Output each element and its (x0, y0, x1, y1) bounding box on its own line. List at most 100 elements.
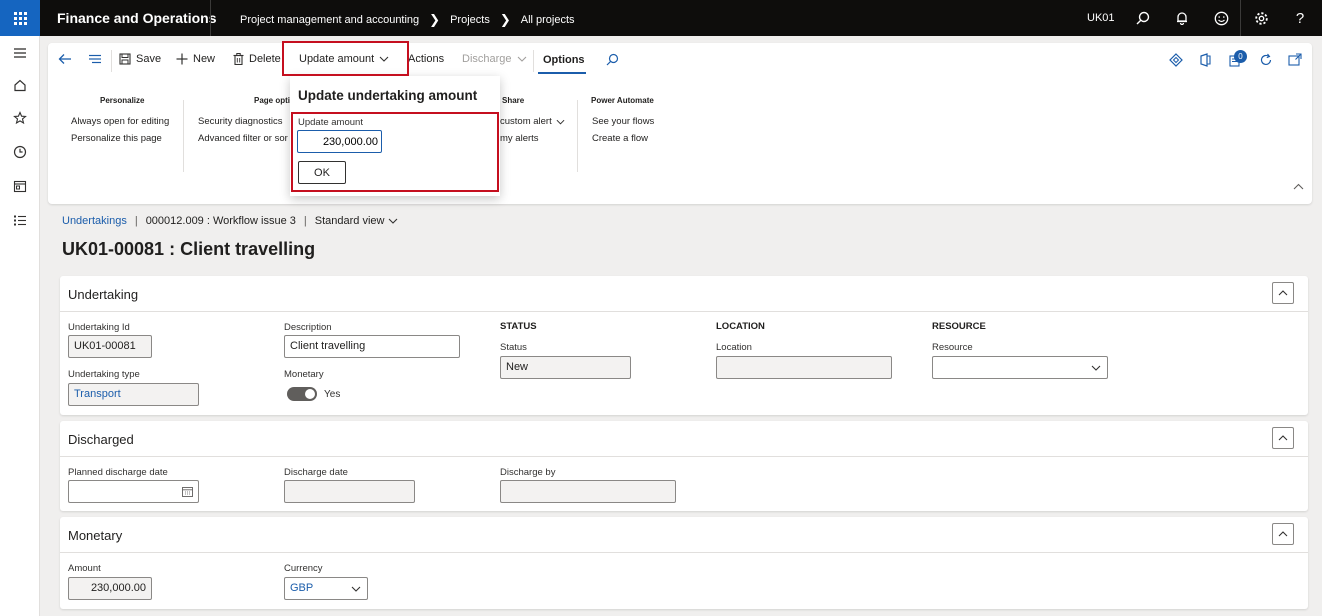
currency-value: GBP (290, 582, 314, 594)
app-launcher-button[interactable] (0, 0, 40, 36)
clock-icon[interactable] (11, 143, 29, 161)
planned-discharge-date-input[interactable] (68, 480, 199, 503)
chevron-down-icon (1091, 365, 1101, 371)
actions-label: Actions (408, 53, 445, 65)
list-icon[interactable] (11, 211, 29, 229)
page-breadcrumb: Undertakings | 000012.009 : Workflow iss… (62, 215, 398, 227)
undertaking-type-link[interactable]: Transport (74, 388, 121, 400)
discharge-date-field[interactable] (284, 480, 415, 503)
collapse-undertaking-button[interactable] (1272, 282, 1294, 304)
security-diagnostics-link[interactable]: Security diagnostics (198, 116, 282, 127)
group-page-options-title: Page opti (254, 96, 291, 105)
smiley-icon[interactable] (1211, 8, 1231, 28)
currency-select[interactable]: GBP (284, 577, 368, 600)
chevron-down-icon (517, 56, 526, 62)
personalize-this-page-link[interactable]: Personalize this page (71, 133, 162, 144)
monetary-fasttab-header[interactable]: Monetary (60, 517, 1308, 553)
waffle-icon (13, 11, 27, 25)
crumb-all-projects[interactable]: All projects (521, 14, 575, 26)
description-label: Description (284, 322, 332, 333)
new-button[interactable]: New (176, 53, 215, 65)
discharge-by-field[interactable] (500, 480, 676, 503)
highlight-box (291, 112, 499, 192)
save-button[interactable]: Save (119, 53, 161, 65)
hamburger-icon[interactable] (11, 44, 29, 62)
office-icon[interactable] (1199, 53, 1212, 67)
app-title[interactable]: Finance and Operations (57, 10, 216, 26)
flyout-title: Update undertaking amount (298, 88, 478, 103)
group-power-automate-title: Power Automate (591, 96, 654, 105)
discharged-fasttab-header[interactable]: Discharged (60, 421, 1308, 457)
help-icon[interactable]: ? (1290, 8, 1310, 28)
group-divider (183, 100, 184, 172)
see-your-flows-link[interactable]: See your flows (592, 116, 654, 127)
breadcrumb-record: 000012.009 : Workflow issue 3 (145, 215, 296, 227)
monetary-fasttab: Monetary Amount 230,000.00 Currency GBP (60, 517, 1308, 609)
undertaking-fasttab-header[interactable]: Undertaking (60, 276, 1308, 312)
discharged-fasttab: Discharged Planned discharge date Discha… (60, 421, 1308, 511)
collapse-discharged-button[interactable] (1272, 427, 1294, 449)
toolbar-divider (533, 50, 534, 72)
lines-icon (89, 54, 101, 64)
company-picker[interactable]: UK01 (1087, 12, 1115, 24)
undertaking-type-field[interactable]: Transport (68, 383, 199, 406)
location-label: Location (716, 342, 752, 353)
always-open-for-editing-link[interactable]: Always open for editing (71, 116, 169, 127)
diamond-icon[interactable] (1169, 53, 1183, 67)
chevron-down-icon (556, 119, 565, 125)
chevron-up-icon (1278, 435, 1288, 441)
status-group-heading: STATUS (500, 321, 537, 332)
star-icon[interactable] (11, 109, 29, 127)
location-group-heading: LOCATION (716, 321, 765, 332)
new-label: New (193, 53, 216, 65)
bell-icon[interactable] (1172, 8, 1192, 28)
monetary-toggle-value: Yes (324, 389, 341, 400)
crumb-projects[interactable]: Projects (450, 14, 490, 26)
collapse-ribbon-icon[interactable] (1293, 181, 1304, 193)
location-field[interactable] (716, 356, 892, 379)
breadcrumb-separator: | (303, 215, 307, 227)
amount-field[interactable]: 230,000.00 (68, 577, 152, 600)
refresh-icon[interactable] (1259, 53, 1273, 67)
view-selector[interactable]: Standard view (315, 215, 399, 227)
undertaking-id-field[interactable]: UK01-00081 (68, 335, 152, 358)
tab-options[interactable]: Options (543, 54, 585, 66)
group-personalize-title: Personalize (100, 96, 145, 105)
create-a-flow-link[interactable]: Create a flow (592, 133, 648, 144)
monetary-toggle[interactable] (287, 387, 317, 401)
discharge-button[interactable]: Discharge (462, 53, 527, 65)
back-button[interactable] (58, 53, 72, 65)
description-input[interactable]: Client travelling (284, 335, 460, 358)
resource-select[interactable] (932, 356, 1108, 379)
search-actions-button[interactable] (606, 53, 619, 66)
planned-discharge-date-label: Planned discharge date (68, 467, 168, 478)
chevron-down-icon (351, 586, 361, 592)
gear-icon[interactable] (1251, 8, 1271, 28)
left-navigation (0, 36, 40, 616)
undertaking-fasttab: Undertaking Undertaking Id UK01-00081 Un… (60, 276, 1308, 415)
module-breadcrumb: Project management and accounting ❯ Proj… (240, 12, 575, 28)
open-new-window-icon[interactable] (1288, 53, 1302, 66)
collapse-monetary-button[interactable] (1272, 523, 1294, 545)
workspace-icon[interactable] (11, 177, 29, 195)
create-custom-alert-link[interactable]: custom alert (500, 116, 565, 127)
topbar-divider (1240, 0, 1241, 36)
crumb-module[interactable]: Project management and accounting (240, 14, 419, 26)
back-arrow-icon (58, 54, 71, 64)
search-icon[interactable] (1133, 8, 1153, 28)
undertaking-fasttab-title: Undertaking (68, 287, 139, 302)
chevron-up-icon (1278, 531, 1288, 537)
undertakings-link[interactable]: Undertakings (62, 215, 127, 227)
status-field[interactable]: New (500, 356, 631, 379)
chevron-right-icon: ❯ (499, 12, 511, 27)
manage-my-alerts-link[interactable]: my alerts (500, 133, 539, 144)
calendar-icon[interactable] (182, 486, 193, 497)
custom-alert-label: custom alert (500, 116, 552, 127)
home-icon[interactable] (11, 76, 29, 94)
menu-button[interactable] (88, 53, 102, 65)
advanced-filter-link[interactable]: Advanced filter or sor (198, 133, 288, 144)
delete-button[interactable]: Delete (233, 53, 281, 65)
actions-button[interactable]: Actions (408, 53, 444, 65)
trash-icon (233, 53, 244, 65)
discharge-date-label: Discharge date (284, 467, 348, 478)
